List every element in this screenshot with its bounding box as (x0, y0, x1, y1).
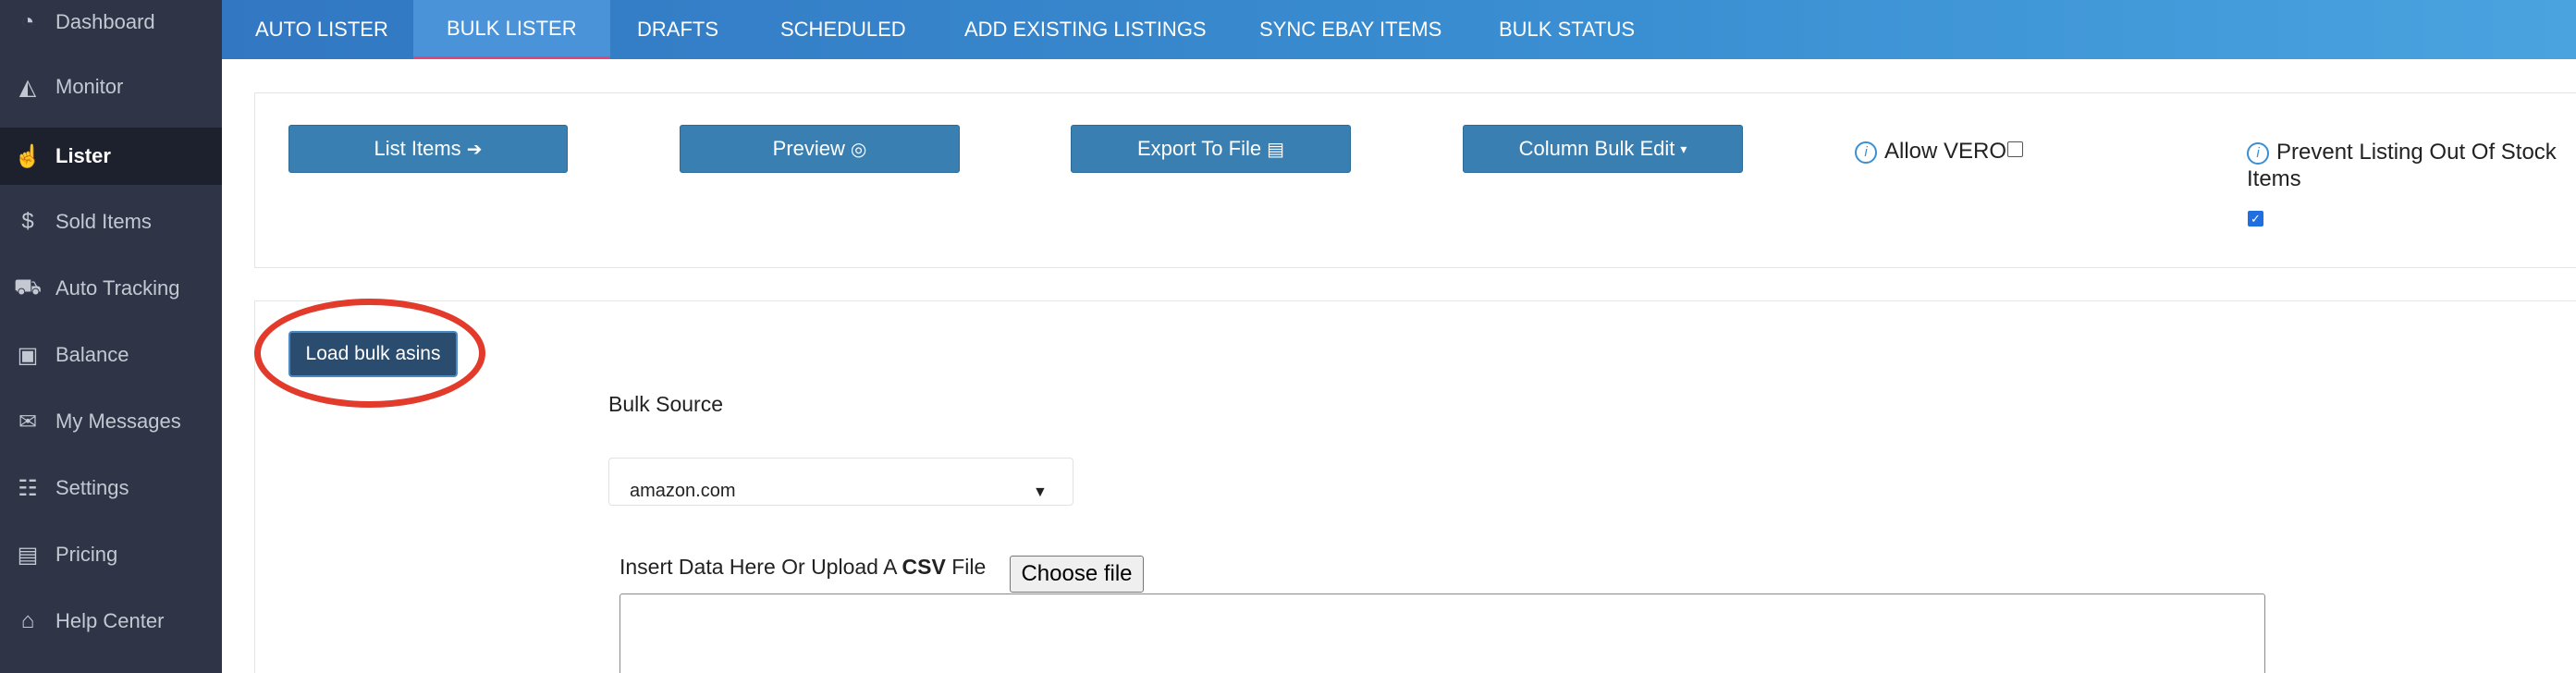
export-to-file-label: Export To File (1136, 137, 1262, 160)
sidebar-item-auto-tracking[interactable]: ⛟ Auto Tracking (0, 261, 222, 316)
tab-add-existing-listings[interactable]: ADD EXISTING LISTINGS (931, 0, 1240, 59)
eye-icon: ◎ (850, 139, 867, 160)
allow-vero-label: Allow VERO (1884, 139, 2007, 164)
list-items-button[interactable]: List Items ➔ (288, 125, 568, 173)
arrow-right-icon: ➔ (466, 139, 483, 160)
sidebar-item-lister[interactable]: ☝ Lister (0, 128, 222, 185)
sidebar-item-label: Lister (55, 144, 111, 167)
sidebar: ◔ Dashboard ◭ Monitor ☝ Lister $ Sold It… (0, 0, 222, 673)
column-bulk-edit-label: Column Bulk Edit (1518, 137, 1675, 160)
toolbar-panel (254, 92, 2576, 268)
insert-label-csv: CSV (902, 555, 946, 579)
sidebar-item-sold-items[interactable]: $ Sold Items (0, 194, 222, 250)
caret-down-icon: ▼ (1033, 484, 1048, 500)
tab-bulk-status[interactable]: BULK STATUS (1466, 0, 1668, 59)
choose-file-button[interactable]: Choose file (1010, 556, 1144, 593)
sidebar-item-label: Monitor (55, 75, 124, 98)
sidebar-item-label: Dashboard (55, 10, 155, 33)
preview-label: Preview (772, 137, 845, 160)
sidebar-item-label: Balance (55, 343, 129, 366)
money-icon: ▣ (17, 342, 39, 368)
truck-icon: ⛟ (13, 275, 43, 300)
graduation-cap-icon: ⌂ (20, 608, 35, 633)
tab-drafts[interactable]: DRAFTS (604, 0, 752, 59)
tab-bulk-lister[interactable]: BULK LISTER (413, 0, 610, 59)
sidebar-item-label: Help Center (55, 609, 165, 632)
sidebar-item-balance[interactable]: ▣ Balance (0, 327, 222, 383)
info-icon[interactable]: i (2247, 141, 2269, 165)
sidebar-item-dashboard[interactable]: ◔ Dashboard (0, 0, 222, 50)
bulk-data-textarea[interactable] (619, 593, 2265, 673)
caret-down-icon: ▾ (1680, 141, 1687, 156)
prevent-oos-option: i Prevent Listing Out Of Stock Items (2247, 139, 2570, 192)
bulk-source-label: Bulk Source (608, 392, 724, 416)
sidebar-item-label: Pricing (55, 543, 118, 566)
bulk-source-select[interactable]: amazon.com ▼ (608, 458, 1073, 506)
allow-vero-option: i Allow VERO (1855, 139, 2006, 165)
insert-data-label: Insert Data Here Or Upload A CSV File (619, 555, 986, 580)
sidebar-item-help-center[interactable]: ⌂ Help Center (0, 593, 222, 649)
sidebar-item-my-messages[interactable]: ✉ My Messages (0, 394, 222, 449)
dashboard-icon: ◔ (20, 9, 35, 34)
export-to-file-button[interactable]: Export To File ▤ (1071, 125, 1351, 173)
dollar-icon: $ (21, 209, 34, 234)
sidebar-item-label: Auto Tracking (55, 276, 180, 300)
envelope-icon: ✉ (18, 409, 38, 434)
chart-icon: ◭ (18, 74, 37, 100)
insert-label-suffix: File (945, 555, 987, 579)
prevent-oos-label: Prevent Listing Out Of Stock Items (2247, 140, 2557, 191)
info-icon[interactable]: i (1855, 141, 1877, 164)
load-bulk-asins-button[interactable]: Load bulk asins (288, 331, 458, 377)
list-items-label: List Items (374, 137, 461, 160)
insert-label-prefix: Insert Data Here Or Upload A (619, 555, 902, 579)
sidebar-item-label: My Messages (55, 410, 181, 433)
allow-vero-checkbox[interactable] (2007, 141, 2023, 157)
sidebar-item-pricing[interactable]: ▤ Pricing (0, 527, 222, 582)
sidebar-item-label: Sold Items (55, 210, 152, 233)
bulk-source-value: amazon.com (630, 481, 736, 501)
tab-sync-ebay-items[interactable]: SYNC EBAY ITEMS (1226, 0, 1475, 59)
prevent-oos-checkbox[interactable]: ✓ (2248, 211, 2263, 226)
sidebar-item-settings[interactable]: ☷ Settings (0, 460, 222, 516)
wallet-icon: ▤ (17, 542, 39, 568)
preview-button[interactable]: Preview ◎ (680, 125, 960, 173)
tab-scheduled[interactable]: SCHEDULED (747, 0, 939, 59)
top-nav: AUTO LISTER BULK LISTER DRAFTS SCHEDULED… (222, 0, 2576, 59)
file-icon: ▤ (1267, 139, 1284, 160)
sliders-icon: ☷ (18, 475, 38, 501)
sidebar-item-label: Settings (55, 476, 129, 499)
column-bulk-edit-button[interactable]: Column Bulk Edit ▾ (1463, 125, 1743, 173)
tab-auto-lister[interactable]: AUTO LISTER (222, 0, 422, 59)
sidebar-item-monitor[interactable]: ◭ Monitor (0, 59, 222, 115)
hand-icon: ☝ (14, 143, 42, 169)
